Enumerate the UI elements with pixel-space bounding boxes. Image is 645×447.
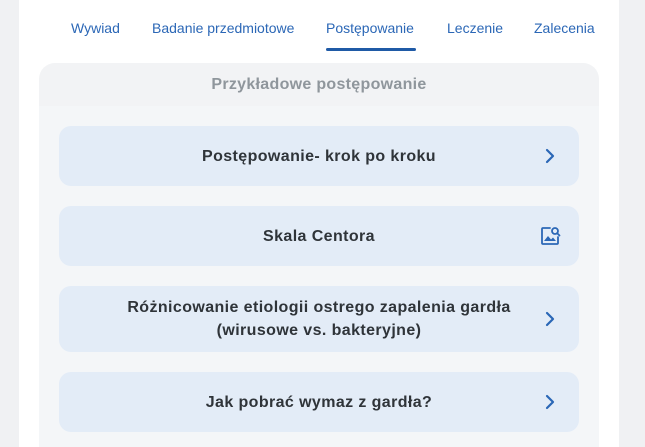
list-item-etiology-differentiation[interactable]: Różnicowanie etiologii ostrego zapalenia… — [59, 286, 579, 352]
section-body: Postępowanie- krok po kroku Skala Centor… — [39, 106, 599, 447]
chevron-right-icon — [539, 391, 561, 413]
chevron-right-icon — [539, 145, 561, 167]
chevron-right-icon — [539, 308, 561, 330]
list-item-label: Różnicowanie etiologii ostrego zapalenia… — [127, 299, 511, 339]
list-item-centor-scale[interactable]: Skala Centora — [59, 206, 579, 266]
list-item-throat-swab[interactable]: Jak pobrać wymaz z gardła? — [59, 372, 579, 432]
tab-wywiad[interactable]: Wywiad — [71, 20, 120, 36]
list-item-step-by-step[interactable]: Postępowanie- krok po kroku — [59, 126, 579, 186]
section-title: Przykładowe postępowanie — [211, 76, 427, 93]
section-card: Przykładowe postępowanie Postępowanie- k… — [39, 63, 599, 447]
list-item-label: Postępowanie- krok po kroku — [202, 147, 436, 165]
list-item-label: Jak pobrać wymaz z gardła? — [205, 393, 433, 411]
tab-bar: Wywiad Badanie przedmiotowe Postępowanie… — [19, 0, 619, 55]
tab-zalecenia[interactable]: Zalecenia — [534, 20, 595, 36]
main-panel: Wywiad Badanie przedmiotowe Postępowanie… — [19, 0, 619, 447]
active-tab-indicator — [326, 48, 416, 51]
image-search-icon — [539, 225, 561, 247]
tab-badanie-przedmiotowe[interactable]: Badanie przedmiotowe — [152, 20, 294, 36]
list-item-label: Skala Centora — [263, 227, 375, 245]
tab-postepowanie[interactable]: Postępowanie — [326, 20, 414, 36]
tab-leczenie[interactable]: Leczenie — [447, 20, 503, 36]
